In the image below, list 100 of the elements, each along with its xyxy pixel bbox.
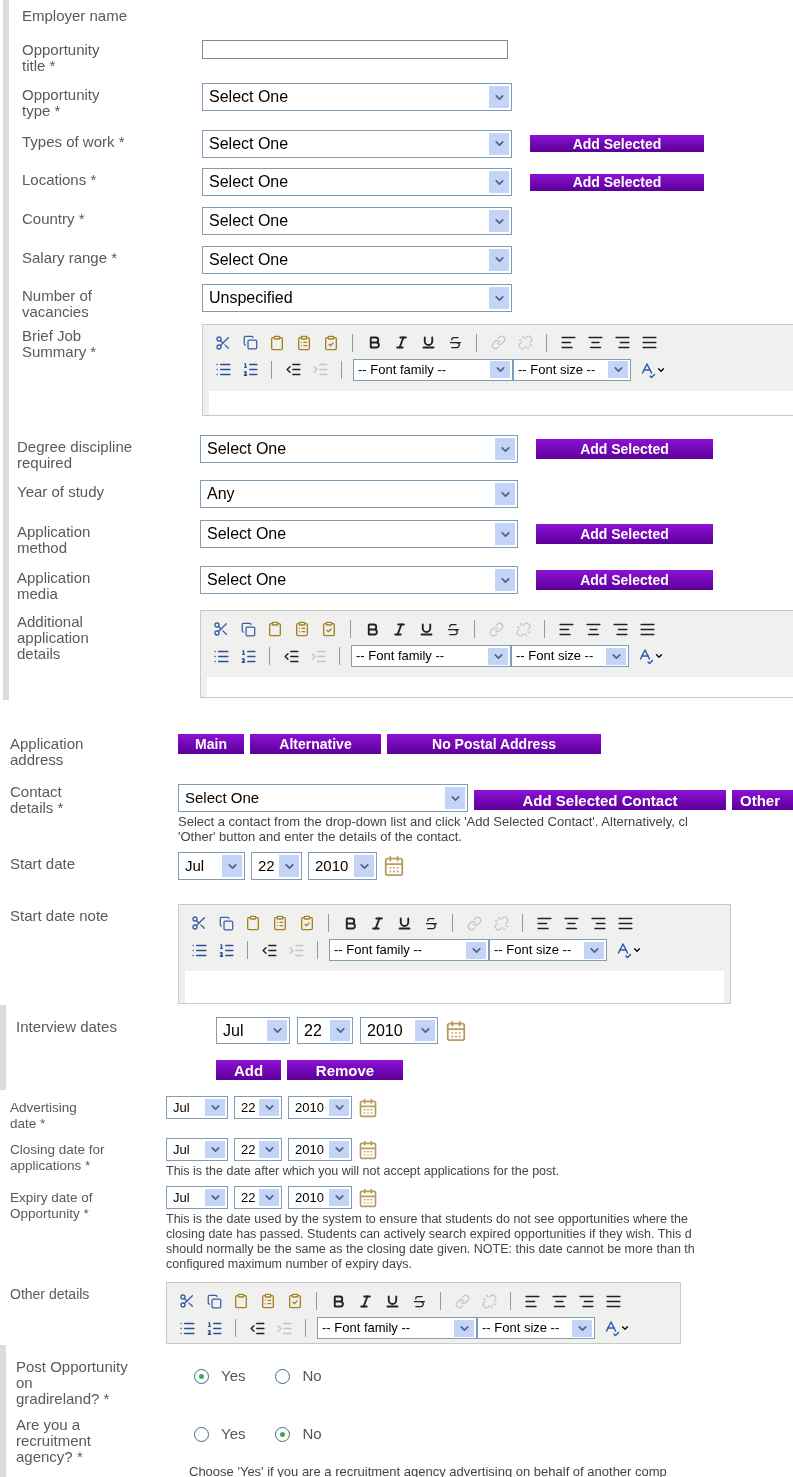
calendar-icon[interactable] bbox=[445, 1019, 467, 1042]
dropdown[interactable]: Jul bbox=[166, 1138, 228, 1161]
chevron-down-icon bbox=[222, 854, 242, 878]
add-button[interactable]: Add Selected bbox=[536, 439, 713, 459]
chevron-down-icon bbox=[329, 1140, 349, 1159]
calendar-icon[interactable] bbox=[358, 1187, 378, 1208]
radio-button[interactable] bbox=[194, 1368, 209, 1384]
chevron-down-icon bbox=[490, 361, 510, 379]
chevron-down-icon bbox=[495, 522, 515, 546]
dropdown[interactable]: Select One bbox=[202, 207, 512, 236]
chevron-down-icon bbox=[279, 854, 299, 878]
field-label: Number of vacancies bbox=[22, 288, 94, 321]
add-button[interactable]: Add Selected bbox=[530, 135, 704, 153]
chevron-down-icon bbox=[489, 86, 509, 109]
dropdown[interactable]: 2010 bbox=[308, 852, 377, 880]
dropdown[interactable]: Select One bbox=[202, 129, 512, 158]
add-button[interactable]: Remove bbox=[287, 1060, 403, 1080]
add-button[interactable]: Add Selected Contact bbox=[474, 790, 726, 810]
chevron-down-icon bbox=[489, 132, 509, 155]
dropdown[interactable]: 2010 bbox=[360, 1017, 438, 1044]
radio-option[interactable]: No bbox=[275, 1365, 322, 1388]
chevron-down-icon bbox=[205, 1188, 225, 1207]
field-label: Country * bbox=[22, 211, 86, 228]
add-button[interactable]: Add Selected bbox=[536, 524, 713, 544]
dropdown[interactable]: Jul bbox=[178, 852, 245, 880]
dropdown[interactable]: 22 bbox=[234, 1186, 282, 1209]
field-label: Locations * bbox=[22, 172, 98, 189]
chevron-down-icon bbox=[495, 568, 515, 592]
chevron-down-icon bbox=[259, 1140, 279, 1159]
font-size-dropdown[interactable]: -- Font size -- bbox=[489, 939, 607, 961]
chevron-down-icon bbox=[606, 647, 626, 665]
dropdown[interactable]: Select One bbox=[200, 566, 518, 594]
text-input-field[interactable] bbox=[202, 39, 508, 59]
chevron-down-icon bbox=[205, 1098, 225, 1117]
add-button[interactable]: Add bbox=[216, 1060, 281, 1080]
font-family-dropdown[interactable]: -- Font family -- bbox=[329, 939, 489, 961]
add-button[interactable]: Other bbox=[732, 790, 793, 810]
chevron-down-icon bbox=[415, 1019, 435, 1042]
dropdown[interactable]: Select One bbox=[202, 83, 512, 112]
dropdown[interactable]: Jul bbox=[166, 1186, 228, 1209]
dropdown[interactable]: Unspecified bbox=[202, 284, 512, 313]
dropdown[interactable]: Jul bbox=[166, 1096, 228, 1119]
chevron-down-icon bbox=[572, 1319, 592, 1337]
dropdown[interactable]: Select One bbox=[200, 520, 518, 548]
font-size-dropdown[interactable]: -- Font size -- bbox=[513, 358, 631, 381]
calendar-icon[interactable] bbox=[358, 1139, 378, 1160]
field-label: Degree discipline required bbox=[17, 439, 134, 471]
radio-option[interactable]: No bbox=[275, 1423, 322, 1446]
chevron-down-icon bbox=[495, 437, 515, 461]
field-label: Brief Job Summary * bbox=[22, 327, 98, 360]
radio-option[interactable]: Yes bbox=[194, 1423, 246, 1446]
font-family-dropdown[interactable]: -- Font family -- bbox=[317, 1317, 477, 1339]
font-family-dropdown[interactable]: -- Font family -- bbox=[351, 645, 511, 667]
radio-button[interactable] bbox=[275, 1426, 291, 1442]
dropdown[interactable]: Select One bbox=[200, 435, 518, 463]
chevron-down-icon bbox=[454, 1319, 474, 1337]
field-label: Post Opportunity on gradireland? * bbox=[16, 1359, 129, 1407]
font-size-dropdown[interactable]: -- Font size -- bbox=[477, 1317, 595, 1339]
dropdown[interactable]: 22 bbox=[297, 1017, 353, 1044]
dropdown[interactable]: 22 bbox=[251, 852, 302, 880]
radio-option[interactable]: Yes bbox=[194, 1365, 246, 1388]
field-label: Employer name bbox=[22, 8, 129, 24]
dropdown[interactable]: Any bbox=[200, 480, 518, 508]
chevron-down-icon bbox=[354, 854, 374, 878]
dropdown[interactable]: Select One bbox=[202, 245, 512, 274]
field-label: Year of study bbox=[17, 484, 105, 500]
chevron-down-icon bbox=[329, 1188, 349, 1207]
help-text: This is the date used by the system to ensure that students do not see opportunities where the bbox=[166, 1212, 689, 1227]
field-label: Interview dates bbox=[16, 1019, 118, 1035]
help-text: Select a contact from the drop-down list and click 'Add Selected Contact'. Alternatively, cl bbox=[178, 814, 689, 829]
add-button[interactable]: No Postal Address bbox=[387, 734, 601, 754]
font-size-dropdown[interactable]: -- Font size -- bbox=[511, 645, 629, 667]
dropdown[interactable]: 22 bbox=[234, 1138, 282, 1161]
add-button[interactable]: Add Selected bbox=[530, 173, 704, 191]
chevron-down-icon bbox=[489, 287, 509, 310]
dropdown[interactable]: 22 bbox=[234, 1096, 282, 1119]
help-text: configured maximum number of expiry days. bbox=[166, 1257, 413, 1270]
chevron-down-icon bbox=[495, 482, 515, 506]
chevron-down-icon bbox=[489, 210, 509, 233]
dropdown[interactable]: Select One bbox=[178, 784, 468, 812]
field-label: Closing date for applications * bbox=[10, 1142, 106, 1174]
dropdown[interactable]: Jul bbox=[216, 1017, 290, 1044]
radio-button[interactable] bbox=[194, 1426, 209, 1442]
chevron-down-icon bbox=[445, 786, 465, 810]
dropdown[interactable]: 2010 bbox=[288, 1186, 352, 1209]
dropdown[interactable]: 2010 bbox=[288, 1096, 352, 1119]
calendar-icon[interactable] bbox=[383, 855, 405, 877]
add-button[interactable]: Add Selected bbox=[536, 570, 713, 590]
dropdown[interactable]: 2010 bbox=[288, 1138, 352, 1161]
radio-button[interactable] bbox=[275, 1368, 291, 1384]
chevron-down-icon bbox=[205, 1140, 225, 1159]
calendar-icon[interactable] bbox=[358, 1097, 378, 1118]
chevron-down-icon bbox=[584, 941, 604, 959]
add-button[interactable]: Alternative bbox=[250, 734, 381, 754]
font-family-dropdown[interactable]: -- Font family -- bbox=[353, 358, 513, 381]
chevron-down-icon bbox=[259, 1098, 279, 1117]
dropdown[interactable]: Select One bbox=[202, 168, 512, 197]
help-text: 'Other' button and enter the details of the contact. bbox=[178, 829, 463, 844]
chevron-down-icon bbox=[489, 248, 509, 271]
add-button[interactable]: Main bbox=[178, 734, 244, 754]
